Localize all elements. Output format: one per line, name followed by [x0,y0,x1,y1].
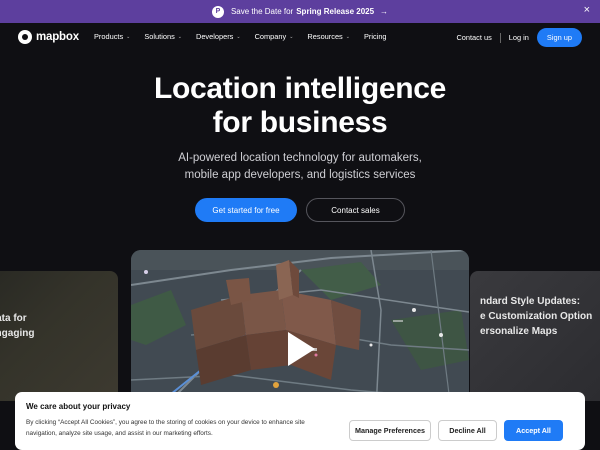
brand-name: mapbox [36,31,79,43]
nav-menu: Products ⌄ Solutions ⌄ Developers ⌄ Comp… [94,32,401,41]
cookie-title: We care about your privacy [26,402,131,411]
nav-item-label: Pricing [363,32,387,41]
contact-sales-button[interactable]: Contact sales [306,198,405,222]
login-link[interactable]: Log in [509,33,529,42]
cookie-description: By clicking “Accept All Cookies”, you ag… [26,419,305,437]
nav-item-label: Resources [307,32,343,41]
banner-badge-icon: P [211,5,224,18]
mapbox-logo[interactable]: mapbox [18,30,79,44]
chevron-down-icon: ⌄ [236,33,241,40]
hero-subtitle-line-2: mobile app developers, and logistics ser… [184,169,416,181]
hero-subtitle: AI-powered location technology for autom… [0,150,600,184]
carousel-card-line: e Customization Option [480,311,593,322]
accept-all-button[interactable]: Accept All [504,420,563,441]
nav-item-label: Company [254,32,287,41]
nav-actions: Contact us Log in Sign up [456,28,582,47]
nav-item-pricing[interactable]: Pricing [364,32,387,41]
hero-subtitle-line-1: AI-powered location technology for autom… [178,152,422,164]
nav-item-products[interactable]: Products ⌄ [94,32,130,41]
get-started-button[interactable]: Get started for free [195,198,297,222]
carousel-card-line: data for [0,313,27,324]
nav-item-label: Solutions [144,32,175,41]
carousel-card-previous[interactable]: data for engaging [0,271,118,401]
mapbox-logo-icon [18,30,32,44]
signup-button[interactable]: Sign up [536,28,582,47]
decline-all-button[interactable]: Decline All [438,420,497,441]
carousel-card-text: ndard Style Updates: e Customization Opt… [480,294,592,339]
cookie-consent-banner: We care about your privacy By clicking “… [15,392,585,450]
banner-text: Save the Date for [230,7,294,16]
chevron-down-icon: ⌄ [289,33,294,40]
carousel-card-text: data for engaging [0,311,34,341]
chevron-down-icon: ⌄ [345,33,350,40]
banner-highlight: Spring Release 2025 [296,7,375,16]
hero-title-line-1: Location intelligence [153,72,447,105]
nav-item-label: Products [94,32,124,41]
carousel-card-line: engaging [0,328,35,339]
carousel-card-line: ndard Style Updates: [480,296,581,307]
chevron-down-icon: ⌄ [177,33,182,40]
play-icon[interactable] [286,331,316,367]
nav-item-developers[interactable]: Developers ⌄ [196,32,241,41]
nav-item-company[interactable]: Company ⌄ [255,32,294,41]
nav-item-solutions[interactable]: Solutions ⌄ [144,32,182,41]
hero-title: Location intelligence for business [0,72,600,140]
announcement-banner[interactable]: P Save the Date for Spring Release 2025 … [0,0,600,23]
hero-cta-group: Get started for free Contact sales [0,198,600,222]
video-map-preview[interactable] [131,250,469,410]
arrow-right-icon: → [380,7,389,16]
top-nav: mapbox Products ⌄ Solutions ⌄ Developers… [0,23,600,53]
carousel-card-next[interactable]: ndard Style Updates: e Customization Opt… [470,271,600,401]
nav-item-resources[interactable]: Resources ⌄ [307,32,350,41]
nav-divider [499,32,501,43]
manage-preferences-button[interactable]: Manage Preferences [349,420,431,441]
map-3d-illustration [131,250,469,410]
hero-title-line-2: for business [212,106,388,139]
contact-us-link[interactable]: Contact us [456,33,491,42]
close-icon[interactable]: × [584,4,590,16]
nav-item-label: Developers [195,32,234,41]
carousel-card-line: ersonalize Maps [480,326,558,337]
chevron-down-icon: ⌄ [126,33,131,40]
